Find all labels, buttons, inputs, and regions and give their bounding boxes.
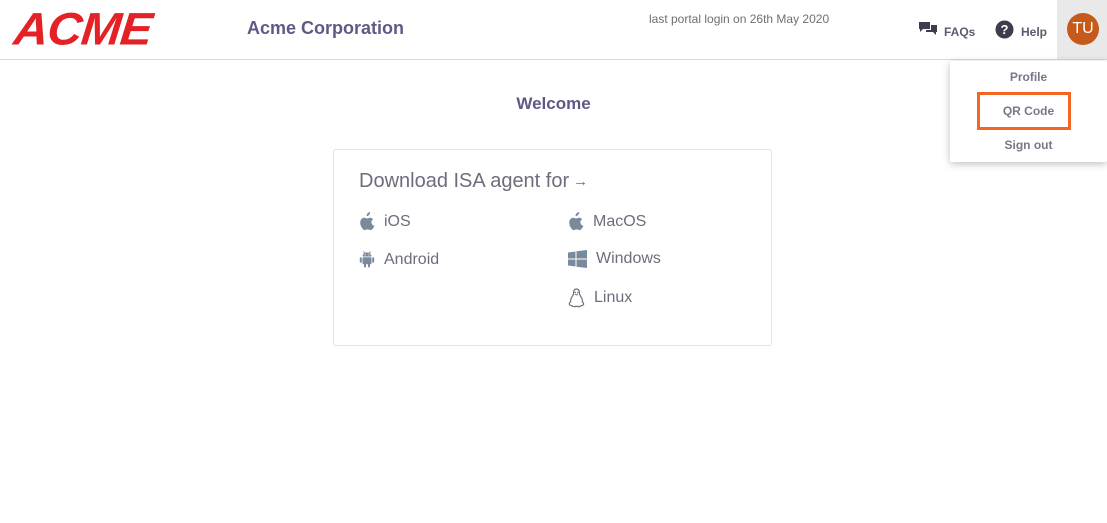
platform-android-link[interactable]: Android bbox=[359, 250, 439, 269]
android-icon bbox=[359, 250, 375, 269]
welcome-heading: Welcome bbox=[516, 94, 591, 113]
acme-logo[interactable]: ACME bbox=[11, 4, 154, 54]
help-icon: ? bbox=[995, 20, 1014, 44]
last-login-text: last portal login on 26th May 2020 bbox=[649, 12, 830, 26]
faqs-link[interactable]: FAQs bbox=[918, 20, 975, 43]
platform-android-label: Android bbox=[384, 250, 440, 268]
platform-macos-label: MacOS bbox=[593, 212, 647, 230]
platform-ios-link[interactable]: iOS bbox=[359, 212, 411, 231]
download-card: Download ISA agent for → iOS Android Mac… bbox=[333, 149, 772, 346]
download-title-text: Download ISA agent for bbox=[359, 170, 570, 192]
menu-item-sign-out[interactable]: Sign out bbox=[950, 138, 1107, 152]
linux-icon bbox=[568, 288, 585, 308]
arrow-right-icon: → bbox=[573, 173, 589, 190]
platform-ios-label: iOS bbox=[384, 212, 411, 230]
platform-windows-link[interactable]: Windows bbox=[568, 250, 661, 268]
apple-icon bbox=[568, 212, 584, 231]
user-menu-toggle[interactable]: TU bbox=[1057, 0, 1107, 59]
help-label: Help bbox=[1021, 25, 1048, 39]
avatar[interactable]: TU bbox=[1067, 13, 1099, 45]
faqs-label: FAQs bbox=[944, 24, 976, 39]
platform-linux-label: Linux bbox=[594, 289, 633, 306]
menu-item-profile[interactable]: Profile bbox=[950, 70, 1107, 84]
help-link[interactable]: ? Help bbox=[995, 20, 1047, 44]
windows-icon bbox=[568, 250, 587, 268]
top-header: ACME Acme Corporation last portal login … bbox=[0, 0, 1107, 60]
platform-windows-label: Windows bbox=[596, 250, 661, 267]
svg-text:?: ? bbox=[1001, 22, 1009, 37]
apple-icon bbox=[359, 212, 375, 231]
company-name: Acme Corporation bbox=[247, 18, 405, 38]
chat-icon bbox=[918, 20, 938, 43]
platform-macos-link[interactable]: MacOS bbox=[568, 212, 646, 231]
platform-linux-link[interactable]: Linux bbox=[568, 288, 632, 308]
download-title: Download ISA agent for → bbox=[359, 170, 588, 193]
